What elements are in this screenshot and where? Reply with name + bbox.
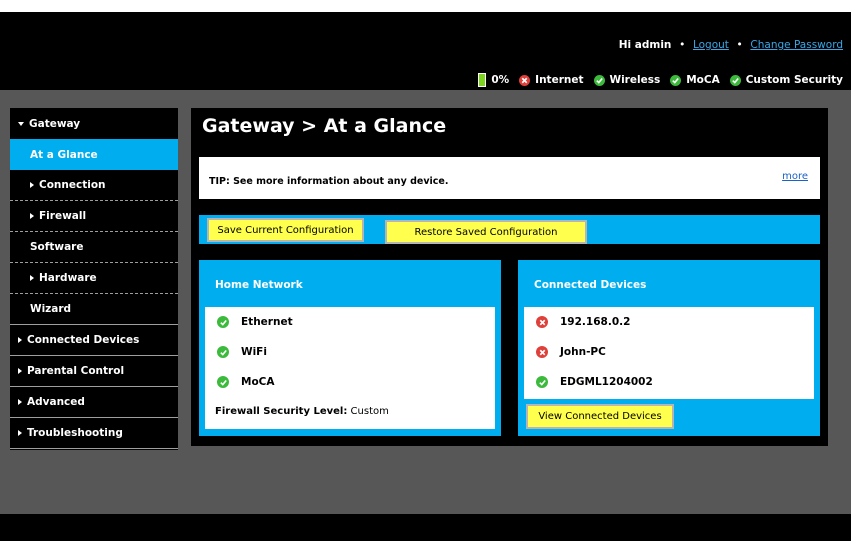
- firewall-security-level: Firewall Security Level: Custom: [215, 406, 389, 417]
- check-icon: [217, 346, 229, 358]
- status-wireless[interactable]: Wireless: [593, 74, 661, 86]
- caret-right-icon: [18, 368, 22, 374]
- top-margin: [0, 0, 851, 12]
- list-item-label: EDGML1204002: [560, 376, 653, 388]
- list-item-label: MoCA: [241, 376, 275, 388]
- restore-configuration-button[interactable]: Restore Saved Configuration: [385, 220, 587, 244]
- check-icon: [593, 74, 605, 86]
- home-network-list: Ethernet WiFi MoCA Firewall Security Lev…: [205, 307, 495, 429]
- sidebar-item-label: Wizard: [30, 303, 72, 315]
- sidebar-item-label: At a Glance: [30, 148, 98, 161]
- more-link[interactable]: more: [782, 171, 808, 182]
- greeting: Hi admin: [618, 39, 672, 51]
- list-item-device: EDGML1204002: [536, 376, 653, 388]
- sidebar-item-connection[interactable]: Connection: [10, 170, 178, 201]
- battery-level: 0%: [491, 74, 510, 86]
- sidebar-item-parental-control[interactable]: Parental Control: [10, 356, 178, 387]
- status-moca-label: MoCA: [686, 74, 720, 86]
- home-network-title: Home Network: [215, 279, 303, 291]
- sidebar-item-gateway[interactable]: Gateway: [10, 108, 178, 139]
- battery-status: 0%: [478, 73, 509, 87]
- change-password-link[interactable]: Change Password: [750, 39, 843, 51]
- list-item-device: John-PC: [536, 346, 606, 358]
- tip-text: TIP: See more information about any devi…: [209, 176, 449, 187]
- firewall-value: Custom: [350, 406, 389, 417]
- sidebar-item-label: Gateway: [29, 117, 81, 130]
- sidebar-nav: Gateway At a Glance Connection Firewall …: [10, 108, 178, 450]
- sidebar-item-label: Hardware: [39, 272, 97, 284]
- sidebar-item-software[interactable]: Software: [10, 232, 178, 263]
- check-icon: [729, 74, 741, 86]
- logout-link[interactable]: Logout: [693, 39, 729, 51]
- list-item-label: 192.168.0.2: [560, 316, 631, 328]
- sidebar-item-label: Advanced: [27, 396, 85, 408]
- list-item-wifi: WiFi: [217, 346, 267, 358]
- error-icon: [519, 74, 531, 86]
- sidebar-item-label: Troubleshooting: [27, 427, 123, 439]
- sidebar-item-firewall[interactable]: Firewall: [10, 201, 178, 232]
- list-item-moca: MoCA: [217, 376, 275, 388]
- user-line: Hi admin • Logout • Change Password: [619, 39, 843, 51]
- status-moca[interactable]: MoCA: [670, 74, 720, 86]
- check-icon: [536, 376, 548, 388]
- content-panel: Gateway > At a Glance TIP: See more info…: [191, 108, 828, 446]
- list-item-ethernet: Ethernet: [217, 316, 293, 328]
- status-wireless-label: Wireless: [609, 74, 661, 86]
- sidebar-item-label: Software: [30, 241, 84, 253]
- header: Hi admin • Logout • Change Password 0% I…: [0, 12, 851, 90]
- status-internet[interactable]: Internet: [519, 74, 584, 86]
- status-security[interactable]: Custom Security: [729, 74, 843, 86]
- sidebar-item-label: Parental Control: [27, 365, 125, 377]
- view-connected-devices-button[interactable]: View Connected Devices: [526, 404, 674, 429]
- caret-right-icon: [30, 275, 34, 281]
- status-internet-label: Internet: [535, 74, 584, 86]
- sidebar-item-hardware[interactable]: Hardware: [10, 263, 178, 294]
- check-icon: [670, 74, 682, 86]
- sidebar-item-troubleshooting[interactable]: Troubleshooting: [10, 418, 178, 449]
- save-configuration-button[interactable]: Save Current Configuration: [207, 218, 364, 242]
- battery-icon: [478, 73, 487, 87]
- sidebar-item-label: Connected Devices: [27, 334, 140, 346]
- list-item-label: Ethernet: [241, 316, 293, 328]
- firewall-label: Firewall Security Level:: [215, 406, 348, 417]
- caret-right-icon: [30, 182, 34, 188]
- error-icon: [536, 316, 548, 328]
- caret-right-icon: [18, 337, 22, 343]
- caret-right-icon: [18, 430, 22, 436]
- sidebar-item-label: Connection: [39, 179, 106, 191]
- connected-devices-title: Connected Devices: [534, 279, 647, 291]
- caret-right-icon: [30, 213, 34, 219]
- tip-box: TIP: See more information about any devi…: [199, 157, 820, 199]
- error-icon: [536, 346, 548, 358]
- list-item-device: 192.168.0.2: [536, 316, 630, 328]
- separator-dot: •: [679, 39, 686, 51]
- check-icon: [217, 376, 229, 388]
- list-item-label: John-PC: [560, 346, 606, 358]
- connected-devices-list: 192.168.0.2 John-PC EDGML1204002: [524, 307, 814, 399]
- sidebar-item-at-a-glance[interactable]: At a Glance: [10, 139, 178, 170]
- caret-right-icon: [18, 399, 22, 405]
- sidebar-item-connected-devices[interactable]: Connected Devices: [10, 325, 178, 356]
- caret-down-icon: [18, 121, 24, 126]
- footer: [0, 514, 851, 541]
- check-icon: [217, 316, 229, 328]
- sidebar-item-label: Firewall: [39, 210, 87, 222]
- home-network-panel: Home Network Ethernet WiFi MoCA Firewall…: [199, 260, 501, 436]
- status-bar: 0% Internet Wireless MoCA Custom Securit…: [478, 73, 843, 87]
- list-item-label: WiFi: [241, 346, 267, 358]
- connected-devices-panel: Connected Devices 192.168.0.2 John-PC ED…: [518, 260, 820, 436]
- sidebar-item-advanced[interactable]: Advanced: [10, 387, 178, 418]
- sidebar-item-wizard[interactable]: Wizard: [10, 294, 178, 325]
- status-security-label: Custom Security: [745, 74, 843, 86]
- button-bar: Save Current Configuration Restore Saved…: [199, 215, 820, 244]
- page-title: Gateway > At a Glance: [202, 115, 447, 137]
- page: Hi admin • Logout • Change Password 0% I…: [0, 0, 851, 541]
- separator-dot: •: [736, 39, 743, 51]
